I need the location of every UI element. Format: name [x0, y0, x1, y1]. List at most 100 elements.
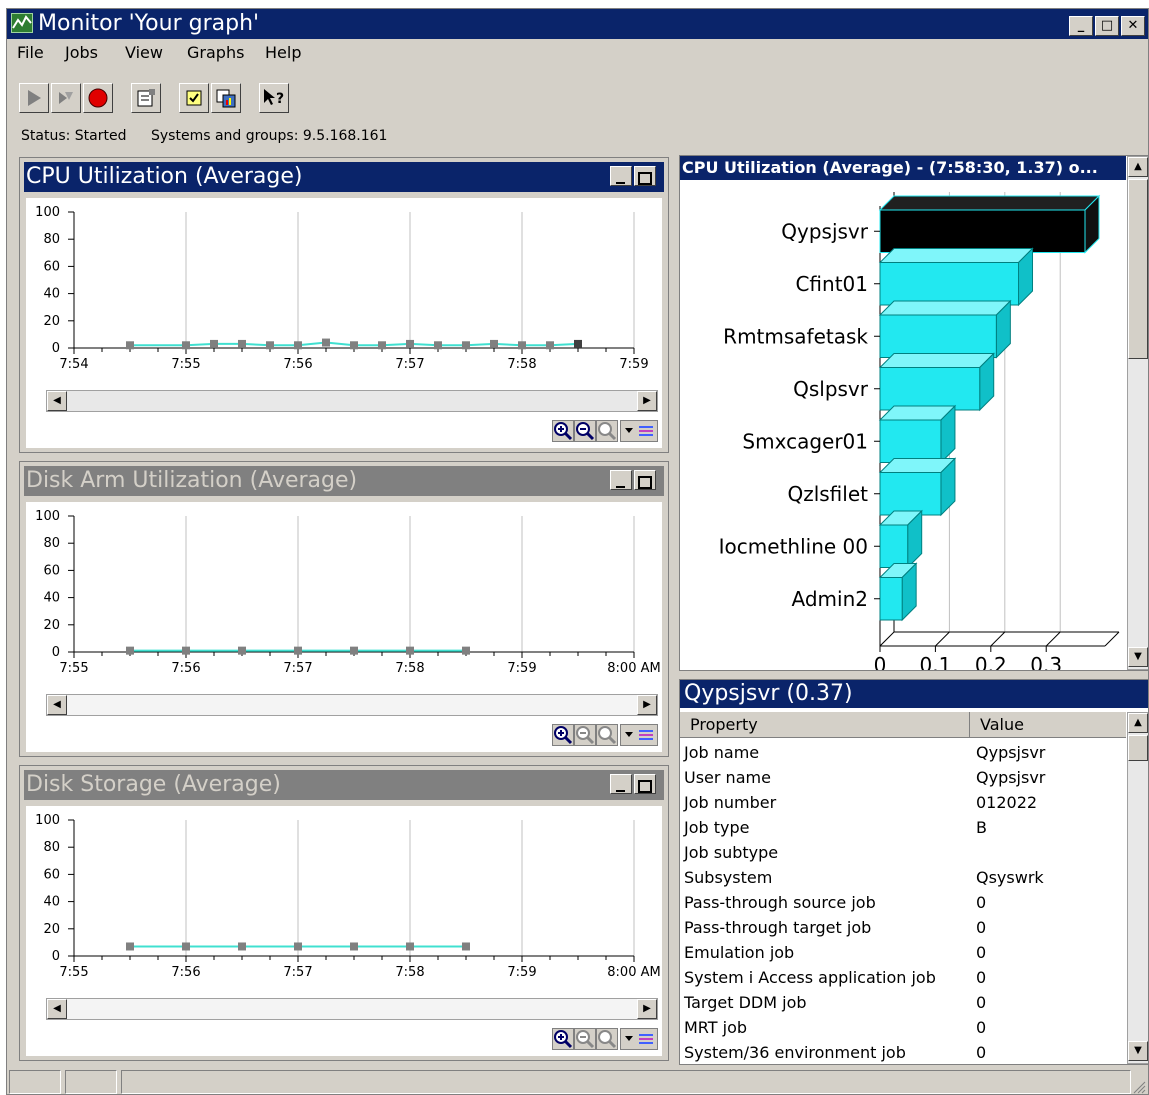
cpu-chart-maximize-button[interactable] [634, 166, 656, 186]
zoom-out-icon[interactable] [574, 1028, 596, 1050]
details-vertical-scrollbar[interactable]: ▲ ▼ [1127, 712, 1148, 1064]
property-value: B [976, 818, 987, 837]
category-label: Smxcager01 [742, 429, 868, 453]
disk-arm-minimize-button[interactable] [610, 470, 632, 490]
disk-arm-chart-panel[interactable]: Disk Arm Utilization (Average) 7:55 7:56 7… [19, 461, 669, 757]
cpu-chart-title-bar[interactable]: CPU Utilization (Average) [24, 162, 664, 192]
scroll-thumb[interactable] [1128, 179, 1148, 359]
data-point [322, 338, 330, 347]
resize-grip-icon[interactable] [1130, 1078, 1146, 1094]
scroll-up-button[interactable]: ▲ [1128, 157, 1148, 177]
disk-storage-chart-scrollbar[interactable]: ◀ ▶ [46, 998, 658, 1020]
bar-chart-vertical-scrollbar[interactable]: ▲ ▼ [1127, 156, 1148, 670]
data-point [294, 341, 302, 350]
disk-arm-chart-scrollbar[interactable]: ◀ ▶ [46, 694, 658, 716]
floor-line [1045, 631, 1061, 647]
property-row[interactable]: Pass-through target job 0 [680, 915, 1126, 940]
data-point [406, 646, 414, 655]
scroll-left-button[interactable]: ◀ [47, 695, 67, 715]
zoom-in-icon[interactable] [552, 420, 574, 442]
graph-view-button[interactable] [211, 83, 241, 113]
window-title: Monitor 'Your graph' [38, 11, 260, 36]
property-row[interactable]: Job type B [680, 815, 1126, 840]
cpu-chart-minimize-button[interactable] [610, 166, 632, 186]
menu-jobs[interactable]: Jobs [65, 43, 98, 63]
property-row[interactable]: Target DDM job 0 [680, 990, 1126, 1015]
bar-top [878, 195, 1101, 211]
x-tick-label: 7:57 [395, 357, 424, 372]
maximize-button[interactable]: □ [1095, 16, 1119, 36]
zoom-out-icon[interactable] [574, 724, 596, 746]
property-row[interactable]: System/36 environment job 0 [680, 1040, 1126, 1064]
scroll-up-button[interactable]: ▲ [1128, 713, 1148, 733]
disk-storage-maximize-button[interactable] [634, 774, 656, 794]
zoom-reset-icon[interactable] [596, 1028, 618, 1050]
job-bar-chart-panel[interactable]: CPU Utilization (Average) - (7:58:30, 1.… [679, 155, 1148, 671]
menu-graphs[interactable]: Graphs [187, 43, 244, 63]
zoom-in-icon[interactable] [552, 1028, 574, 1050]
property-row[interactable]: Pass-through source job 0 [680, 890, 1126, 915]
scroll-right-button[interactable]: ▶ [637, 999, 657, 1019]
minimize-button[interactable]: _ [1069, 16, 1093, 36]
cpu-chart-scrollbar[interactable]: ◀ ▶ [46, 390, 658, 412]
property-row[interactable]: Subsystem Qsyswrk [680, 865, 1126, 890]
bar [879, 262, 1020, 306]
menu-view[interactable]: View [125, 43, 163, 63]
scroll-down-button[interactable]: ▼ [1128, 647, 1148, 667]
disk-arm-maximize-button[interactable] [634, 470, 656, 490]
disk-storage-chart-title-bar[interactable]: Disk Storage (Average) [24, 770, 664, 800]
y-tick-label: 20 [43, 314, 60, 329]
y-tick-label: 40 [43, 287, 60, 302]
chart-options-dropdown[interactable] [620, 420, 658, 442]
job-bar-chart: Qypsjsvr Cfint01 Rmtmsafetask Qslpsvr Smxcag… [719, 192, 1120, 670]
zoom-reset-icon[interactable] [596, 724, 618, 746]
y-tick-label: 100 [35, 509, 60, 524]
property-row[interactable]: Job number 012022 [680, 790, 1126, 815]
cpu-chart-panel[interactable]: CPU Utilization (Average) 7:54 7:55 7:56 7:… [19, 157, 669, 453]
disk-storage-minimize-button[interactable] [610, 774, 632, 794]
title-bar[interactable]: Monitor 'Your graph' _ □ ✕ [7, 9, 1148, 39]
property-name: Job subtype [684, 843, 779, 862]
y-tick-label: 60 [43, 867, 60, 882]
scroll-left-button[interactable]: ◀ [47, 391, 67, 411]
stop-button[interactable] [83, 83, 113, 113]
x-tick-label: 7:59 [507, 965, 536, 980]
property-row[interactable]: Job name Qypsjsvr [680, 740, 1126, 765]
x-tick-label: 7:58 [395, 661, 424, 676]
disk-arm-chart-title-bar[interactable]: Disk Arm Utilization (Average) [24, 466, 664, 496]
data-point [210, 339, 218, 348]
disk-storage-chart-panel[interactable]: Disk Storage (Average) 7:55 7:56 7:57 7:58 7… [19, 765, 669, 1061]
x-tick-label: 7:55 [59, 965, 88, 980]
property-row[interactable]: User name Qypsjsvr [680, 765, 1126, 790]
menu-help[interactable]: Help [265, 43, 301, 63]
property-column-header[interactable]: Property [680, 712, 970, 738]
status-segment [121, 1070, 1131, 1094]
disk-arm-plot-area: 7:55 7:56 7:57 7:58 7:59 8:00 AM 100 80 60 40 20 0 … [26, 502, 662, 752]
property-row[interactable]: System i Access application job 0 [680, 965, 1126, 990]
help-button[interactable]: ? [259, 83, 289, 113]
scroll-right-button[interactable]: ▶ [637, 695, 657, 715]
chart-options-dropdown[interactable] [620, 724, 658, 746]
scroll-down-button[interactable]: ▼ [1128, 1041, 1148, 1061]
zoom-in-icon[interactable] [552, 724, 574, 746]
scroll-right-button[interactable]: ▶ [637, 391, 657, 411]
property-row[interactable]: MRT job 0 [680, 1015, 1126, 1040]
close-button[interactable]: ✕ [1121, 16, 1145, 36]
checklist-button[interactable] [179, 83, 209, 113]
zoom-reset-icon[interactable] [596, 420, 618, 442]
property-row[interactable]: Emulation job 0 [680, 940, 1126, 965]
restart-button[interactable] [51, 83, 81, 113]
chart-options-dropdown[interactable] [620, 1028, 658, 1050]
menu-file[interactable]: File [17, 43, 44, 63]
scroll-left-button[interactable]: ◀ [47, 999, 67, 1019]
data-point [182, 341, 190, 350]
properties-button[interactable] [131, 83, 161, 113]
start-button[interactable] [19, 83, 49, 113]
property-row[interactable]: Job subtype [680, 840, 1126, 865]
data-point [126, 646, 134, 655]
zoom-out-icon[interactable] [574, 420, 596, 442]
data-point [490, 339, 498, 348]
cpu-zoom-toolbar [552, 420, 658, 442]
scroll-thumb[interactable] [1128, 735, 1148, 761]
value-column-header[interactable]: Value [972, 712, 1126, 738]
